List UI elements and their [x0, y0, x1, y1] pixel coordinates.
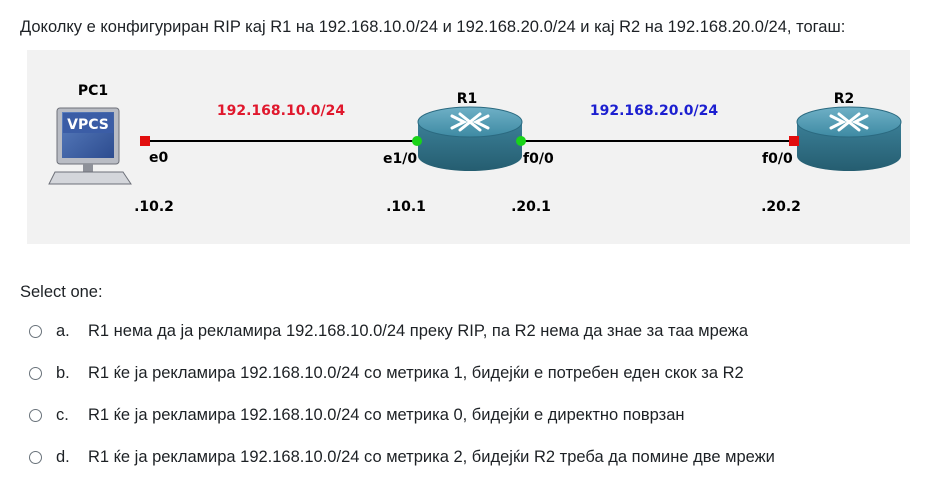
answer-text[interactable]: R1 ќе ја рекламира 192.168.10.0/24 со ме… — [88, 406, 684, 425]
answer-letter: a. — [56, 321, 70, 340]
router-r2-icon — [796, 106, 902, 171]
answer-option-c[interactable]: c. R1 ќе ја рекламира 192.168.10.0/24 со… — [28, 394, 928, 436]
radio-button[interactable] — [29, 408, 42, 422]
answer-letter: c. — [56, 405, 69, 424]
r1-name: R1 — [457, 91, 478, 107]
radio-button[interactable] — [29, 324, 42, 338]
r1-left-address-label: .10.1 — [386, 199, 426, 215]
network-label-left: 192.168.10.0/24 — [217, 103, 345, 119]
router-r1-icon — [417, 106, 523, 171]
r1-right-address-label: .20.1 — [511, 199, 551, 215]
r1-left-interface-label: e1/0 — [383, 151, 417, 167]
answer-letter: d. — [56, 447, 70, 466]
r2-interface-label: f0/0 — [762, 151, 793, 167]
answer-text[interactable]: R1 нема да ја рекламира 192.168.10.0/24 … — [88, 322, 748, 341]
answer-text[interactable]: R1 ќе ја рекламира 192.168.10.0/24 со ме… — [88, 364, 744, 383]
pc1-badge: VPCS — [67, 117, 109, 133]
r1-f0-link-status-icon — [516, 136, 526, 146]
select-one-label: Select one: — [20, 283, 103, 301]
radio-button[interactable] — [29, 366, 42, 380]
network-label-right: 192.168.20.0/24 — [590, 103, 718, 119]
r1-e1-link-status-icon — [412, 136, 422, 146]
r2-name: R2 — [834, 91, 855, 107]
answer-option-b[interactable]: b. R1 ќе ја рекламира 192.168.10.0/24 со… — [28, 352, 928, 394]
r2-address-label: .20.2 — [761, 199, 801, 215]
answer-letter: b. — [56, 363, 70, 382]
answer-option-d[interactable]: d. R1 ќе ја рекламира 192.168.10.0/24 со… — [28, 436, 928, 478]
pc1-name: PC1 — [78, 83, 108, 99]
pc1-interface-label: e0 — [149, 150, 168, 166]
answer-text[interactable]: R1 ќе ја рекламира 192.168.10.0/24 со ме… — [88, 448, 775, 467]
r1-right-interface-label: f0/0 — [523, 151, 554, 167]
pc1-address-label: .10.2 — [134, 199, 174, 215]
r2-link-status-icon — [789, 136, 799, 146]
network-diagram: VPCS PC1 R1 R2 192.168.10.0/24 192.168.2… — [27, 50, 910, 244]
radio-button[interactable] — [29, 450, 42, 464]
question-text: Доколку е конфигуриран RIP кај R1 на 192… — [20, 18, 846, 36]
answer-list: a. R1 нема да ја рекламира 192.168.10.0/… — [28, 310, 928, 478]
answer-option-a[interactable]: a. R1 нема да ја рекламира 192.168.10.0/… — [28, 310, 928, 352]
pc1-link-status-icon — [140, 136, 150, 146]
